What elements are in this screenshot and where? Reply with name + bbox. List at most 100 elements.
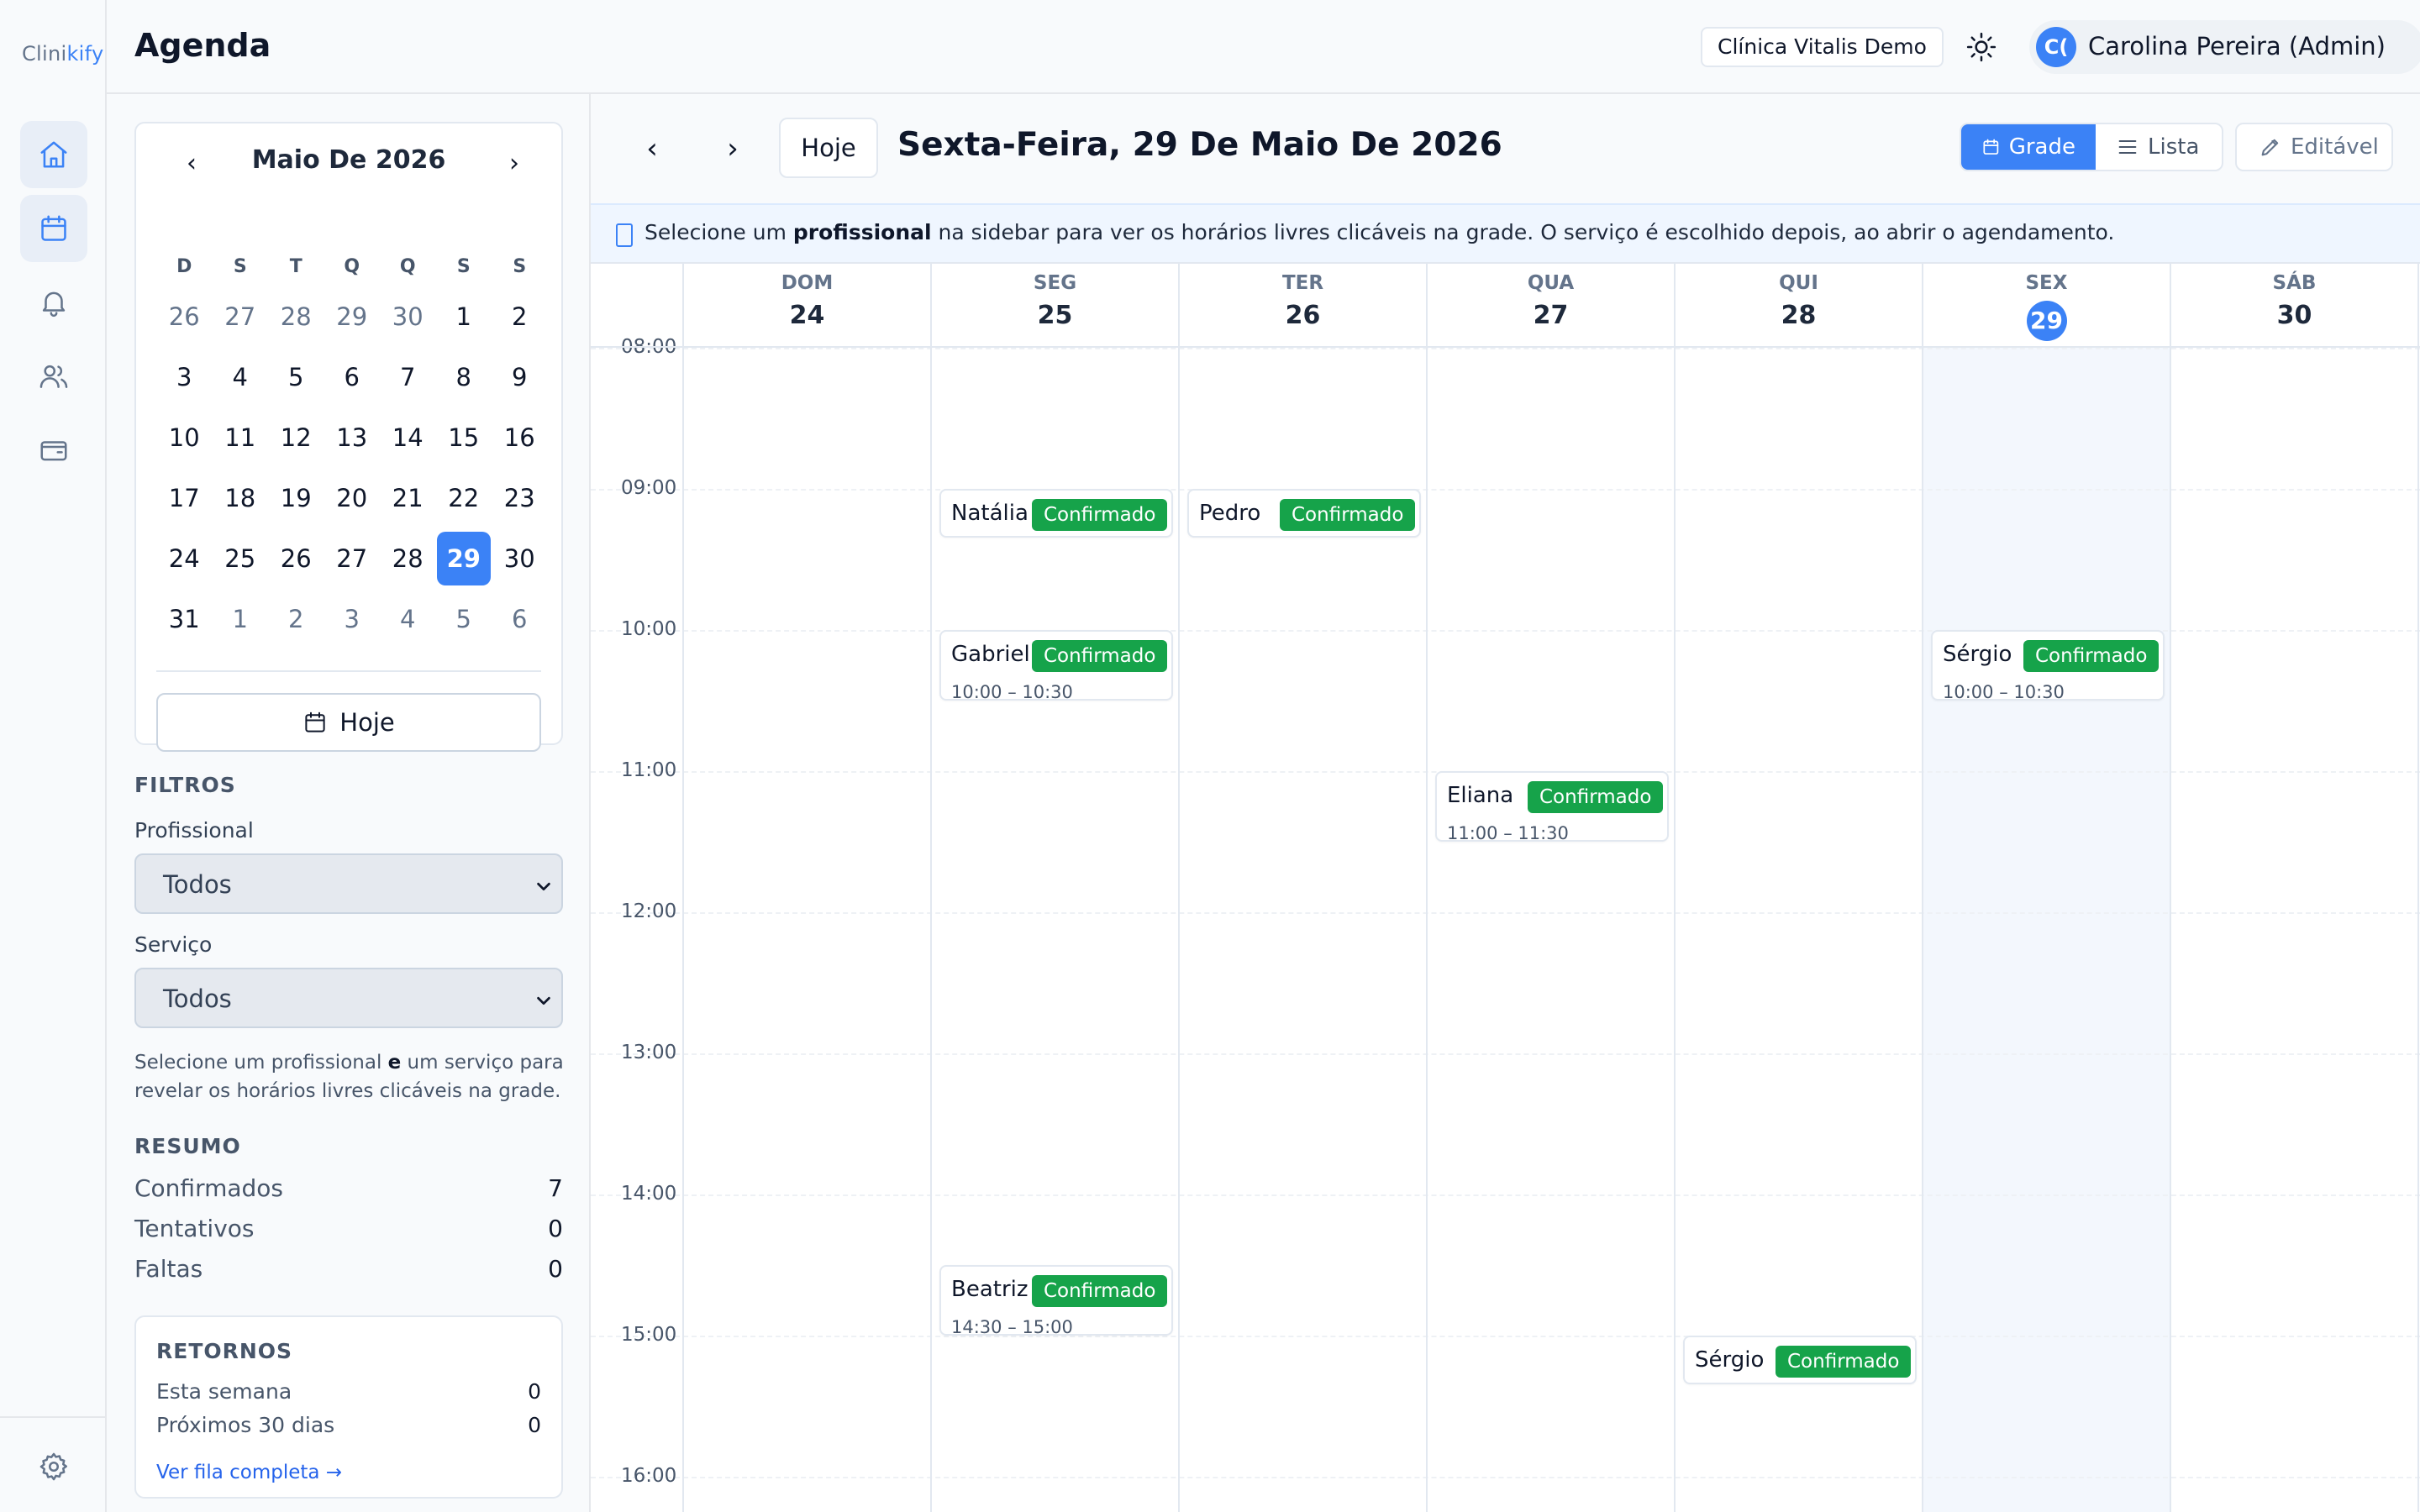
nav-calendar[interactable]: [20, 195, 87, 262]
day-header-weekday: SEG: [1033, 272, 1077, 294]
mini-calendar-day[interactable]: 6: [492, 589, 548, 649]
appointment-card[interactable]: Gabriel Confirmado 10:00 – 10:30: [939, 630, 1173, 701]
day-header-weekday: QUI: [1779, 272, 1818, 294]
returns-queue-link[interactable]: Ver fila completa →: [156, 1462, 342, 1483]
mini-calendar-day[interactable]: 23: [492, 468, 548, 528]
agenda-toolbar: ‹ › Hoje Sexta-Feira, 29 De Maio De 2026…: [591, 94, 2420, 203]
appointment-card[interactable]: Pedro Confirmado: [1187, 489, 1421, 538]
mini-calendar-day[interactable]: 13: [324, 407, 381, 468]
mini-calendar-day[interactable]: 3: [324, 589, 381, 649]
appointment-time: 10:00 – 10:30: [1943, 682, 2065, 701]
mini-calendar-day[interactable]: 27: [324, 528, 381, 589]
user-name: Carolina Pereira (Admin): [2088, 32, 2386, 60]
mini-calendar-day[interactable]: 2: [268, 589, 324, 649]
day-header[interactable]: DOM 24: [683, 264, 931, 348]
editable-toggle-button[interactable]: Editável: [2235, 123, 2393, 171]
nav-finance[interactable]: [20, 417, 87, 484]
appointment-card[interactable]: Sérgio Confirmado 10:00 – 10:30: [1931, 630, 2165, 701]
professional-select[interactable]: Todos: [134, 853, 563, 914]
hour-label: 11:00: [621, 759, 677, 781]
appointment-time: 11:00 – 11:30: [1447, 823, 1569, 842]
mini-calendar-day[interactable]: 22: [436, 468, 492, 528]
mini-calendar-day[interactable]: 1: [213, 589, 269, 649]
mini-calendar-day[interactable]: 1: [436, 286, 492, 347]
weekday-label: D: [176, 256, 192, 277]
theme-toggle-button[interactable]: [1960, 25, 2003, 69]
mini-calendar-day[interactable]: 14: [380, 407, 436, 468]
mini-calendar-day[interactable]: 11: [213, 407, 269, 468]
home-icon: [40, 141, 67, 168]
mini-calendar-day[interactable]: 29: [324, 286, 381, 347]
status-badge: Confirmado: [1528, 781, 1664, 813]
day-header[interactable]: SÁB 30: [2170, 264, 2418, 348]
mini-calendar-day[interactable]: 12: [268, 407, 324, 468]
mini-calendar-day[interactable]: 21: [380, 468, 436, 528]
mini-calendar-day[interactable]: 27: [213, 286, 269, 347]
weekday-label: Q: [344, 256, 360, 277]
hour-label: 16:00: [621, 1465, 677, 1487]
day-header[interactable]: QUA 27: [1427, 264, 1675, 348]
mini-calendar-day[interactable]: 16: [492, 407, 548, 468]
mini-calendar-day[interactable]: 31: [156, 589, 213, 649]
appointment-card[interactable]: Sérgio Confirmado: [1683, 1336, 1917, 1384]
mini-calendar-day[interactable]: 3: [156, 347, 213, 407]
weekday-label: S: [456, 256, 471, 277]
professional-label: Profissional: [134, 818, 254, 843]
appointment-card[interactable]: Beatriz Confirmado 14:30 – 15:00: [939, 1265, 1173, 1336]
mini-calendar-week: 3456789: [156, 347, 548, 407]
view-grade-button[interactable]: Grade: [1961, 124, 2096, 170]
nav-settings[interactable]: [20, 1433, 87, 1500]
chevron-down-icon: [537, 996, 550, 1005]
mini-calendar-day[interactable]: 18: [213, 468, 269, 528]
mini-calendar-day[interactable]: 30: [492, 528, 548, 589]
mini-calendar-day[interactable]: 5: [436, 589, 492, 649]
calendar-icon: [1983, 139, 1999, 155]
mini-calendar-day[interactable]: 26: [156, 286, 213, 347]
mini-calendar-day[interactable]: 17: [156, 468, 213, 528]
user-menu[interactable]: C( Carolina Pereira (Admin): [2029, 20, 2420, 74]
next-week-button[interactable]: ›: [712, 128, 754, 170]
top-header: Agenda Clínica Vitalis Demo C( Carolina …: [107, 0, 2420, 94]
day-header[interactable]: SEG 25: [931, 264, 1179, 348]
mini-calendar-day[interactable]: 4: [213, 347, 269, 407]
clinic-selector[interactable]: Clínica Vitalis Demo: [1701, 27, 1944, 67]
mini-calendar-today-button[interactable]: Hoje: [156, 693, 541, 752]
service-select-value: Todos: [163, 984, 232, 1013]
nav-notifications[interactable]: [20, 269, 87, 336]
bell-icon: [42, 291, 66, 318]
mini-calendar-day[interactable]: 5: [268, 347, 324, 407]
nav-patients[interactable]: [20, 343, 87, 410]
mini-calendar-day[interactable]: 28: [380, 528, 436, 589]
mini-calendar-day[interactable]: 15: [436, 407, 492, 468]
hour-gridline: [591, 348, 2420, 349]
mini-calendar-day[interactable]: 2: [492, 286, 548, 347]
mini-calendar-day[interactable]: 20: [324, 468, 381, 528]
mini-calendar-day[interactable]: 10: [156, 407, 213, 468]
view-list-button[interactable]: Lista: [2096, 124, 2222, 170]
mini-calendar-day[interactable]: 6: [324, 347, 381, 407]
nav-home[interactable]: [20, 121, 87, 188]
service-select[interactable]: Todos: [134, 968, 563, 1028]
mini-calendar-day[interactable]: 25: [213, 528, 269, 589]
day-header[interactable]: SEX 29: [1923, 264, 2170, 348]
appointment-card[interactable]: Eliana Confirmado 11:00 – 11:30: [1435, 771, 1669, 842]
mini-calendar-day[interactable]: 9: [492, 347, 548, 407]
mini-calendar-day[interactable]: 19: [268, 468, 324, 528]
day-header-date: 27: [1533, 301, 1569, 330]
day-header[interactable]: QUI 28: [1675, 264, 1923, 348]
mini-calendar-day[interactable]: 7: [380, 347, 436, 407]
mini-calendar-day-selected[interactable]: 29: [436, 528, 492, 589]
mini-calendar-day[interactable]: 26: [268, 528, 324, 589]
returns-title: RETORNOS: [156, 1339, 293, 1363]
hour-gridline: [591, 1194, 2420, 1196]
appointment-card[interactable]: Natália Confirmado: [939, 489, 1173, 538]
today-button[interactable]: Hoje: [779, 118, 878, 178]
mini-calendar-day[interactable]: 30: [380, 286, 436, 347]
prev-week-button[interactable]: ‹: [631, 128, 673, 170]
mini-calendar-day[interactable]: 24: [156, 528, 213, 589]
mini-calendar-day[interactable]: 28: [268, 286, 324, 347]
mini-calendar-day[interactable]: 8: [436, 347, 492, 407]
mini-calendar-day[interactable]: 4: [380, 589, 436, 649]
filters-title: FILTROS: [134, 773, 236, 797]
day-header[interactable]: TER 26: [1179, 264, 1427, 348]
